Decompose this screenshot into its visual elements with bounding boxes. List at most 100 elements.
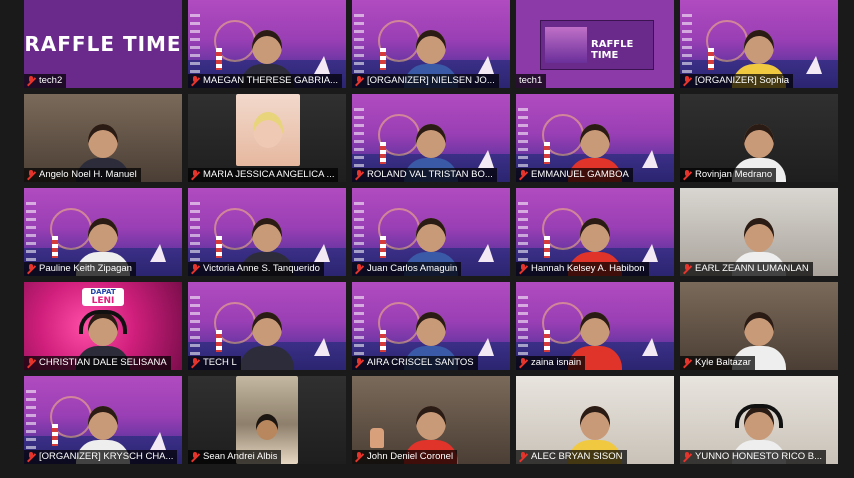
participant-name-label: Victoria Anne S. Tanquerido (188, 262, 324, 276)
participant-tile[interactable]: Hannah Kelsey A. Habibon (516, 188, 674, 276)
participant-tile[interactable]: RAFFLE TIME tech1 (516, 0, 674, 88)
participant-tile[interactable]: TECH L (188, 282, 346, 370)
participant-name: TECH L (203, 357, 237, 368)
participant-name: Hannah Kelsey A. Habibon (531, 263, 645, 274)
mic-muted-icon (355, 76, 364, 86)
participant-tile[interactable]: ROLAND VAL TRISTAN BO... (352, 94, 510, 182)
mic-muted-icon (519, 452, 528, 462)
participant-name: MAEGAN THERESE GABRIA... (203, 75, 338, 86)
participant-name-label: ALEC BRYAN SISON (516, 450, 627, 464)
mic-muted-icon (27, 170, 36, 180)
mic-muted-icon (191, 264, 200, 274)
participant-tile[interactable]: [ORGANIZER] Sophia (680, 0, 838, 88)
participant-name: YUNNO HONESTO RICO B... (695, 451, 823, 462)
participant-name-label: Hannah Kelsey A. Habibon (516, 262, 649, 276)
participant-tile[interactable]: AIRA CRISCEL SANTOS (352, 282, 510, 370)
participant-name: CHRISTIAN DALE SELISANA (39, 357, 167, 368)
mic-muted-icon (683, 358, 692, 368)
gallery-grid: RAFFLE TIME tech2 MAEGAN THERESE GABRIA...… (24, 0, 838, 468)
participant-name: AIRA CRISCEL SANTOS (367, 357, 474, 368)
participant-name-label: Juan Carlos Amaguin (352, 262, 462, 276)
participant-name: EMMANUEL GAMBOA (531, 169, 629, 180)
participant-name-label: MARIA JESSICA ANGELICA ... (188, 168, 339, 182)
participant-name-label: tech1 (516, 74, 547, 88)
participant-name: Sean Andrei Albis (203, 451, 278, 462)
participant-name: John Deniel Coronel (367, 451, 454, 462)
participant-name: Angelo Noel H. Manuel (39, 169, 137, 180)
participant-tile[interactable]: RAFFLE TIME tech2 (24, 0, 182, 88)
participant-name-label: tech2 (24, 74, 67, 88)
mic-muted-icon (355, 264, 364, 274)
participant-name-label: TECH L (188, 356, 241, 370)
participant-name-label: [ORGANIZER] KRYSCH CHA... (24, 450, 178, 464)
mic-muted-icon (191, 170, 200, 180)
participant-tile[interactable]: Angelo Noel H. Manuel (24, 94, 182, 182)
participant-tile[interactable]: Kyle Baltazar (680, 282, 838, 370)
participant-name: ROLAND VAL TRISTAN BO... (367, 169, 493, 180)
participant-name-label: EMMANUEL GAMBOA (516, 168, 633, 182)
participant-name-label: [ORGANIZER] NIELSEN JO... (352, 74, 499, 88)
mic-muted-icon (683, 170, 692, 180)
participant-name-label: YUNNO HONESTO RICO B... (680, 450, 827, 464)
participant-name: [ORGANIZER] NIELSEN JO... (367, 75, 495, 86)
participant-name-label: [ORGANIZER] Sophia (680, 74, 793, 88)
participant-tile[interactable]: Pauline Keith Zipagan (24, 188, 182, 276)
participant-name: tech2 (39, 75, 63, 86)
mic-muted-icon (519, 264, 528, 274)
participant-tile[interactable]: YUNNO HONESTO RICO B... (680, 376, 838, 464)
participant-name: Juan Carlos Amaguin (367, 263, 458, 274)
participant-name: ALEC BRYAN SISON (531, 451, 623, 462)
participant-tile[interactable]: Sean Andrei Albis (188, 376, 346, 464)
mic-muted-icon (191, 358, 200, 368)
participant-tile[interactable]: John Deniel Coronel (352, 376, 510, 464)
participant-name: EARL ZEANN LUMANLAN (695, 263, 809, 274)
mic-muted-icon (519, 170, 528, 180)
participant-tile[interactable]: MAEGAN THERESE GABRIA... (188, 0, 346, 88)
participant-tile[interactable]: zaina isnain (516, 282, 674, 370)
participant-tile[interactable]: MARIA JESSICA ANGELICA ... (188, 94, 346, 182)
participant-tile[interactable]: [ORGANIZER] NIELSEN JO... (352, 0, 510, 88)
participant-name-label: CHRISTIAN DALE SELISANA (24, 356, 171, 370)
mic-muted-icon (683, 452, 692, 462)
participant-name: Victoria Anne S. Tanquerido (203, 263, 320, 274)
participant-name: [ORGANIZER] Sophia (695, 75, 789, 86)
mic-muted-icon (355, 358, 364, 368)
thumbs-up-gesture (370, 428, 384, 448)
participant-name: MARIA JESSICA ANGELICA ... (203, 169, 335, 180)
participant-name: [ORGANIZER] KRYSCH CHA... (39, 451, 174, 462)
participant-name-label: EARL ZEANN LUMANLAN (680, 262, 813, 276)
mic-muted-icon (519, 358, 528, 368)
participant-tile[interactable]: Rovinjan Medrano (680, 94, 838, 182)
participant-name-label: AIRA CRISCEL SANTOS (352, 356, 478, 370)
mic-muted-icon (191, 76, 200, 86)
mic-muted-icon (27, 264, 36, 274)
participant-tile[interactable]: Victoria Anne S. Tanquerido (188, 188, 346, 276)
mic-muted-icon (27, 76, 36, 86)
mic-muted-icon (27, 452, 36, 462)
participant-name: Rovinjan Medrano (695, 169, 773, 180)
mic-muted-icon (683, 76, 692, 86)
participant-tile[interactable]: EMMANUEL GAMBOA (516, 94, 674, 182)
mic-muted-icon (27, 358, 36, 368)
participant-name-label: Sean Andrei Albis (188, 450, 282, 464)
participant-name-label: Rovinjan Medrano (680, 168, 777, 182)
participant-name-label: Angelo Noel H. Manuel (24, 168, 141, 182)
shared-slide-title: RAFFLE TIME (591, 39, 634, 61)
participant-name: Kyle Baltazar (695, 357, 751, 368)
participant-name: Pauline Keith Zipagan (39, 263, 132, 274)
participant-name-label: John Deniel Coronel (352, 450, 458, 464)
participant-name-label: Pauline Keith Zipagan (24, 262, 136, 276)
participant-tile[interactable]: Juan Carlos Amaguin (352, 188, 510, 276)
mic-muted-icon (683, 264, 692, 274)
participant-name-label: Kyle Baltazar (680, 356, 755, 370)
participant-tile[interactable]: ALEC BRYAN SISON (516, 376, 674, 464)
participant-name: tech1 (519, 75, 543, 86)
mic-muted-icon (191, 452, 200, 462)
participant-tile[interactable]: [ORGANIZER] KRYSCH CHA... (24, 376, 182, 464)
campaign-logo: DAPAT LENI (82, 288, 124, 306)
participant-tile[interactable]: DAPAT LENI CHRISTIAN DALE SELISANA (24, 282, 182, 370)
participant-tile[interactable]: EARL ZEANN LUMANLAN (680, 188, 838, 276)
participant-name-label: ROLAND VAL TRISTAN BO... (352, 168, 497, 182)
slide-title: RAFFLE TIME (24, 32, 182, 56)
mic-muted-icon (355, 170, 364, 180)
